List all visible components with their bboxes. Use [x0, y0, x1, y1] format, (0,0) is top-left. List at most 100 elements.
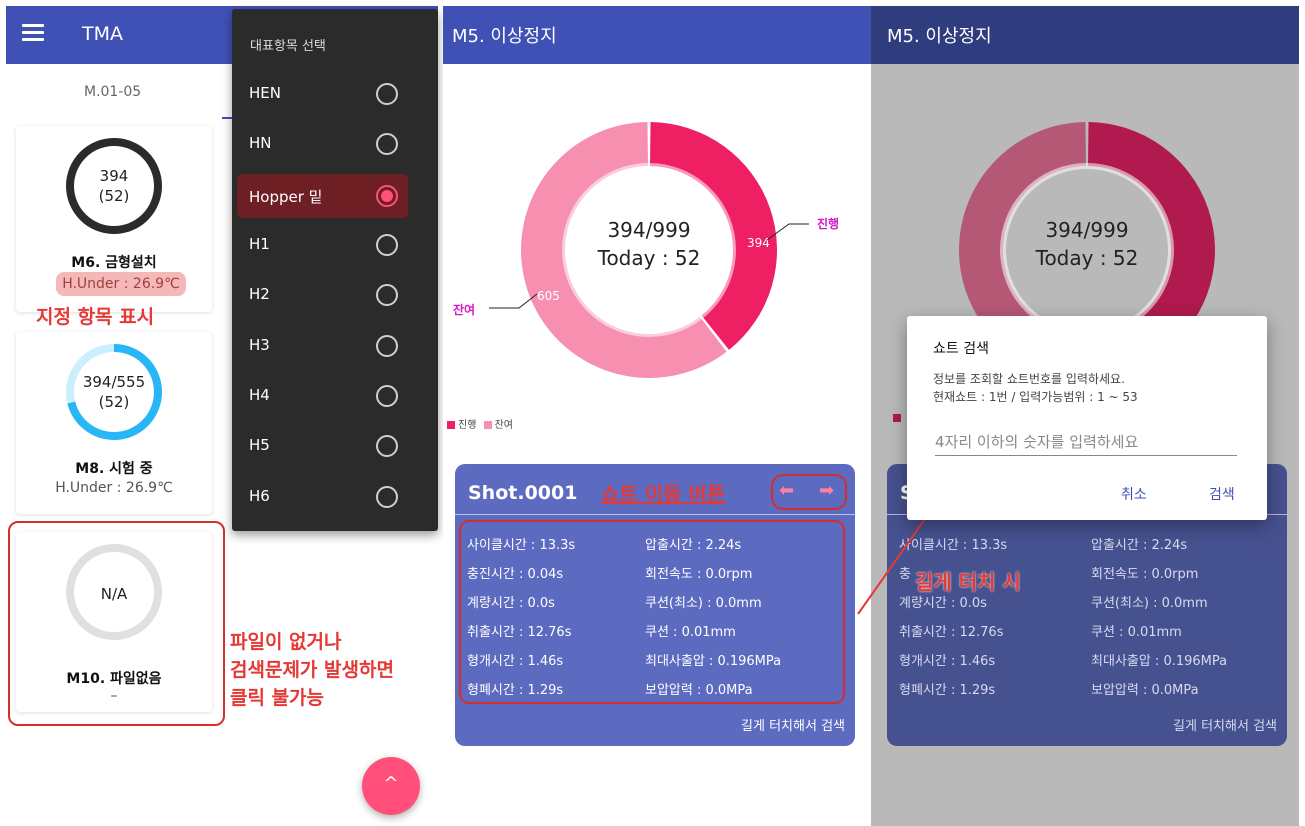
ring-count: 394 — [99, 167, 129, 185]
dropdown-title: 대표항목 선택 — [250, 39, 326, 54]
divider — [455, 514, 855, 515]
dropdown-item-h3[interactable]: H3 — [237, 324, 408, 368]
shot-field: 형폐시간 : 1.29s — [467, 683, 564, 698]
cancel-button[interactable]: 취소 — [1121, 484, 1147, 504]
long-touch-hint: 길게 터치해서 검색 — [1173, 719, 1277, 734]
annotation-no-file: 파일이 없거나 검색문제가 발생하면 클릭 불가능 — [230, 628, 394, 712]
shot-field: 형개시간 : 1.46s — [467, 654, 564, 669]
tab-m01-05[interactable]: M.01-05 — [84, 84, 141, 100]
dropdown-item-label: H4 — [249, 386, 270, 404]
radio-icon[interactable] — [376, 284, 398, 306]
dropdown-item-label: Hopper 밑 — [249, 188, 323, 206]
shot-field: 쿠션 : 0.01mm — [645, 625, 736, 640]
radio-icon[interactable] — [376, 234, 398, 256]
dialog-message: 정보를 조회할 쇼트번호를 입력하세요. — [933, 372, 1125, 386]
shot-field: 사이클시간 : 13.3s — [899, 538, 1008, 553]
shot-field: 회전속도 : 0.0rpm — [1091, 567, 1199, 582]
radio-icon[interactable] — [376, 385, 398, 407]
radio-icon[interactable] — [376, 435, 398, 457]
radio-selected-icon[interactable] — [376, 185, 398, 207]
shot-title: Shot.0001 — [468, 482, 578, 504]
shot-field: 취출시간 : 12.76s — [467, 625, 572, 640]
chart-legend: 진행 잔여 — [447, 416, 513, 431]
ring-today: (52) — [98, 393, 130, 411]
annotation-line: 파일이 없거나 — [230, 631, 342, 653]
machine-detail-screen: M5. 이상정지 394 605 진행 잔여 394/999 Today : 52 진… — [443, 6, 871, 826]
callout-progress: 진행 — [817, 216, 839, 231]
donut-center-count: 394/999 — [607, 218, 691, 242]
dropdown-item-label: H1 — [249, 235, 270, 253]
shot-field: 보압압력 : 0.0MPa — [645, 683, 753, 698]
dropdown-item-hn[interactable]: HN — [237, 122, 408, 166]
radio-icon[interactable] — [376, 133, 398, 155]
annotation-shot-nav: 쇼트 이동 버튼 — [601, 482, 726, 506]
ring-count: 394/555 — [82, 373, 146, 391]
dropdown-item-h4[interactable]: H4 — [237, 374, 408, 418]
dropdown-item-label: HEN — [249, 84, 281, 102]
machine-sub: H.Under : 26.9℃ — [55, 480, 173, 496]
shot-field: 보압압력 : 0.0MPa — [1091, 683, 1199, 698]
shot-field: 쿠션 : 0.01mm — [1091, 625, 1182, 640]
shot-number-input[interactable] — [935, 428, 1237, 456]
machine-card-m8[interactable]: 394/555 (52) M8. 시험 중 H.Under : 26.9℃ — [16, 332, 212, 514]
slice-label-progress: 394 — [747, 236, 770, 250]
app-bar: M5. 이상정지 — [443, 6, 871, 64]
long-touch-hint: 길게 터치해서 검색 — [741, 719, 845, 734]
dropdown-item-label: HN — [249, 134, 272, 152]
shot-field: 형폐시간 : 1.29s — [899, 683, 996, 698]
shot-field: 사이클시간 : 13.3s — [467, 538, 576, 553]
annotation-long-touch: 길게 터치 시 — [915, 570, 1021, 594]
dropdown-item-label: H6 — [249, 487, 270, 505]
highlighted-item: H.Under : 26.9℃ — [56, 272, 186, 296]
machine-card-m6[interactable]: 394 (52) M6. 금형설치 H.Under : 26.9℃ — [16, 126, 212, 312]
dropdown-item-h6[interactable]: H6 — [237, 475, 408, 519]
annotation-line: 클릭 불가능 — [230, 687, 325, 709]
radio-icon[interactable] — [376, 486, 398, 508]
prev-shot-arrow-icon[interactable]: ⬅ — [779, 480, 794, 501]
dropdown-item-h2[interactable]: H2 — [237, 273, 408, 317]
annotation-line: 검색문제가 발생하면 — [230, 659, 394, 681]
shot-field: 최대사출압 : 0.196MPa — [645, 654, 782, 669]
dropdown-item-h1[interactable]: H1 — [237, 223, 408, 267]
callout-remaining: 잔여 — [453, 302, 475, 317]
slice-label-remaining: 605 — [537, 289, 560, 303]
shot-field: 압출시간 : 2.24s — [645, 538, 742, 553]
dropdown-item-label: H5 — [249, 436, 270, 454]
radio-icon[interactable] — [376, 83, 398, 105]
shot-field: 계량시간 : 0.0s — [467, 596, 555, 611]
radio-icon[interactable] — [376, 335, 398, 357]
legend-remaining: 잔여 — [494, 420, 513, 431]
dropdown-item-hopper[interactable]: Hopper 밑 — [237, 174, 408, 218]
dropdown-item-hen[interactable]: HEN — [237, 72, 408, 116]
app-title: TMA — [82, 23, 123, 45]
ring-today: (52) — [98, 187, 130, 205]
legend-swatch — [893, 414, 901, 422]
shot-info-card[interactable]: Shot.0001 쇼트 이동 버튼 ⬅ ➡ 사이클시간 : 13.3s 압출시… — [455, 464, 855, 746]
legend-progress: 진행 — [458, 420, 477, 431]
shot-field: 충 — [899, 567, 911, 582]
hamburger-menu-icon[interactable] — [22, 24, 44, 42]
next-shot-arrow-icon[interactable]: ➡ — [819, 480, 834, 501]
annotation-box-no-file — [8, 521, 225, 726]
dropdown-item-label: H2 — [249, 285, 270, 303]
donut-center-today: Today : 52 — [1035, 246, 1139, 270]
shot-field: 취출시간 : 12.76s — [899, 625, 1004, 640]
shot-field: 충진시간 : 0.04s — [467, 567, 564, 582]
shot-field: 형개시간 : 1.46s — [899, 654, 996, 669]
shot-field: 쿠션(최소) : 0.0mm — [645, 596, 762, 611]
shot-field: 최대사출압 : 0.196MPa — [1091, 654, 1228, 669]
machine-name: M6. 금형설치 — [71, 255, 157, 271]
dropdown-item-h5[interactable]: H5 — [237, 424, 408, 468]
dropdown-item-label: H3 — [249, 336, 270, 354]
dialog-range: 현재쇼트 : 1번 / 입력가능범위 : 1 ~ 53 — [933, 390, 1138, 404]
shot-field: 회전속도 : 0.0rpm — [645, 567, 753, 582]
machine-name: M8. 시험 중 — [75, 461, 153, 477]
shot-search-dialog: 쇼트 검색 정보를 조회할 쇼트번호를 입력하세요. 현재쇼트 : 1번 / 입… — [907, 316, 1267, 520]
page-title: M5. 이상정지 — [887, 26, 992, 47]
app-bar: M5. 이상정지 — [871, 6, 1299, 64]
scroll-top-button[interactable]: ^ — [362, 757, 420, 815]
representative-item-dropdown[interactable]: 대표항목 선택 HEN HN Hopper 밑 H1 H2 H3 H4 H5 H… — [232, 9, 438, 531]
donut-center-count: 394/999 — [1045, 218, 1129, 242]
search-button[interactable]: 검색 — [1209, 484, 1235, 504]
chevron-up-icon: ^ — [383, 773, 399, 794]
